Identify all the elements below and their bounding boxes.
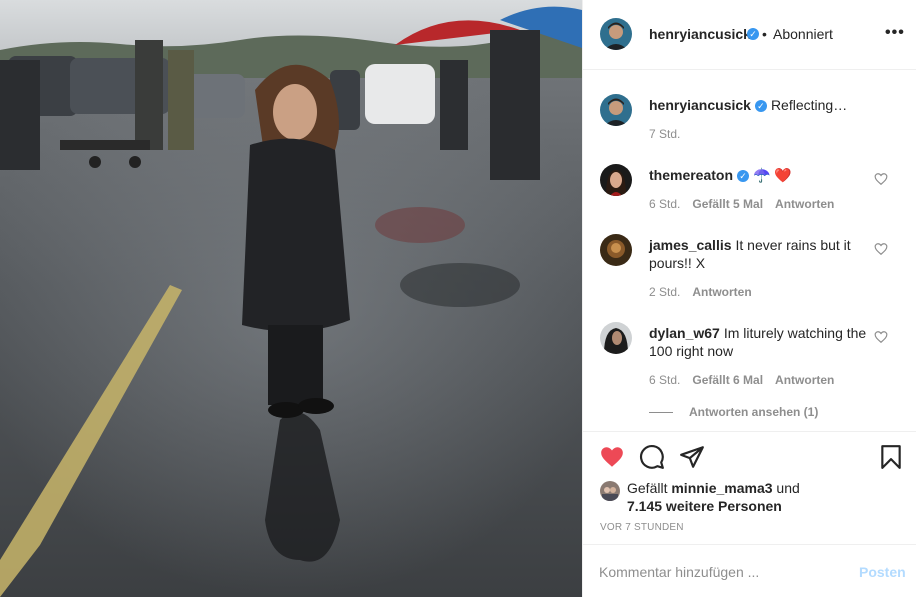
post-header: henryiancusick ✓ • Abonniert •••: [583, 0, 916, 70]
comment-likes[interactable]: Gefällt 5 Mal: [692, 197, 763, 211]
post-sidebar: henryiancusick ✓ • Abonniert ••• henryia…: [582, 0, 916, 597]
commenter-avatar-image: [600, 164, 632, 196]
more-horizontal-icon[interactable]: •••: [885, 25, 905, 41]
caption-username[interactable]: henryiancusick: [649, 97, 751, 113]
commenter-avatar[interactable]: [600, 164, 632, 196]
heart-outline-icon[interactable]: [874, 172, 888, 186]
author-avatar[interactable]: [600, 18, 632, 50]
likes-prefix: Gefällt: [627, 480, 668, 496]
heart-outline-icon-shape: [874, 173, 888, 186]
bookmark-icon[interactable]: [878, 444, 904, 470]
comment-time[interactable]: 6 Std.: [649, 373, 680, 387]
comments-list: henryiancusick ✓ Reflecting… 7 Std. themer…: [583, 70, 916, 430]
add-comment-section: Posten: [583, 544, 916, 597]
separator-dot: •: [762, 26, 767, 42]
commenter-avatar-image: [600, 234, 632, 266]
reply-button[interactable]: Antworten: [692, 285, 751, 299]
comment-username[interactable]: james_callis: [649, 237, 732, 253]
comment-body: ☂️ ❤️: [753, 167, 792, 183]
bookmark-icon-shape: [881, 445, 901, 469]
comment-meta: 2 Std. Antworten: [649, 285, 764, 299]
reply-button[interactable]: Antworten: [775, 197, 834, 211]
verified-icon: ✓: [754, 100, 767, 112]
commenter-avatar-image: [600, 322, 632, 354]
comment-meta: 6 Std. Gefällt 5 Mal Antworten: [649, 197, 846, 211]
heart-filled-icon-shape: [601, 447, 623, 467]
comment-icon-shape: [640, 445, 664, 469]
view-replies-label: Antworten ansehen (1): [689, 405, 819, 419]
verified-icon: ✓: [747, 28, 759, 40]
caption-body: Reflecting…: [770, 97, 848, 113]
comment-text: james_callis It never rains but it pours!…: [649, 236, 877, 272]
liker-avatar-image: [600, 481, 620, 501]
author-username[interactable]: henryiancusick: [649, 26, 751, 42]
reply-button[interactable]: Antworten: [775, 373, 834, 387]
heart-outline-icon-shape: [874, 243, 888, 256]
likes-text: Gefällt minnie_mama3 und 7.145 weitere P…: [627, 479, 907, 515]
comment-icon[interactable]: [639, 444, 665, 470]
post-photo-image: [0, 0, 582, 597]
post-photo[interactable]: [0, 0, 582, 597]
comment-likes[interactable]: Gefällt 6 Mal: [692, 373, 763, 387]
author-avatar[interactable]: [600, 94, 632, 126]
caption-meta: 7 Std.: [649, 127, 692, 141]
author-avatar-image: [600, 94, 632, 126]
post-actions: Gefällt minnie_mama3 und 7.145 weitere P…: [583, 431, 916, 597]
share-icon-shape: [680, 446, 704, 468]
comment-username[interactable]: themereaton: [649, 167, 733, 183]
heart-outline-icon-shape: [874, 331, 888, 344]
author-avatar-image: [600, 18, 632, 50]
verified-icon: ✓: [737, 170, 750, 182]
heart-outline-icon[interactable]: [874, 330, 888, 344]
commenter-avatar[interactable]: [600, 322, 632, 354]
comment-username[interactable]: dylan_w67: [649, 325, 720, 341]
comment-input[interactable]: [599, 561, 849, 583]
follow-status-button[interactable]: Abonniert: [773, 26, 833, 42]
comment-text: dylan_w67 Im liturely watching the 100 ri…: [649, 324, 877, 360]
comment-text: themereaton ✓ ☂️ ❤️: [649, 166, 877, 184]
caption-text: henryiancusick ✓ Reflecting…: [649, 96, 877, 114]
liker-username[interactable]: minnie_mama3: [671, 480, 772, 496]
post-timestamp[interactable]: VOR 7 STUNDEN: [600, 522, 684, 533]
commenter-avatar[interactable]: [600, 234, 632, 266]
likes-count[interactable]: 7.145 weitere Personen: [627, 498, 782, 514]
view-replies-line: [649, 412, 673, 414]
comment-meta: 6 Std. Gefällt 6 Mal Antworten: [649, 373, 846, 387]
liker-avatar[interactable]: [600, 481, 620, 501]
share-icon[interactable]: [679, 444, 705, 470]
comment-time[interactable]: 6 Std.: [649, 197, 680, 211]
likes-conjunction: und: [776, 480, 800, 496]
post-comment-button[interactable]: Posten: [859, 564, 906, 580]
view-replies-button[interactable]: Antworten ansehen (1): [649, 405, 818, 419]
heart-filled-icon[interactable]: [599, 444, 625, 470]
comment-time[interactable]: 2 Std.: [649, 285, 680, 299]
caption-time[interactable]: 7 Std.: [649, 127, 680, 141]
heart-outline-icon[interactable]: [874, 242, 888, 256]
